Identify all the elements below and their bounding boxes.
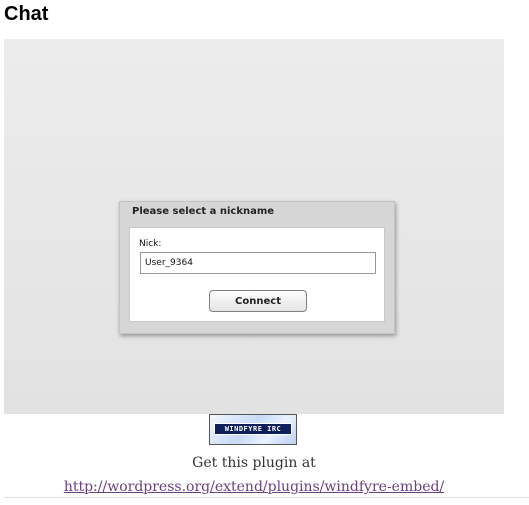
dialog-title: Please select a nickname xyxy=(132,206,275,217)
get-plugin-text: Get this plugin at xyxy=(192,455,316,471)
connect-button[interactable]: Connect xyxy=(209,290,307,312)
dialog-body: Nick: Connect xyxy=(129,227,385,322)
nickname-dialog: Please select a nickname Nick: Connect xyxy=(119,201,395,334)
divider xyxy=(4,497,529,498)
windfyre-irc-logo[interactable]: WINDFYRE IRC xyxy=(209,414,297,445)
page-title: Chat xyxy=(4,3,49,25)
logo-text: WINDFYRE IRC xyxy=(214,423,292,435)
plugin-link[interactable]: http://wordpress.org/extend/plugins/wind… xyxy=(0,479,508,495)
chat-applet-area: Please select a nickname Nick: Connect xyxy=(4,39,504,414)
nick-label: Nick: xyxy=(139,239,162,249)
nick-input[interactable] xyxy=(140,252,376,274)
